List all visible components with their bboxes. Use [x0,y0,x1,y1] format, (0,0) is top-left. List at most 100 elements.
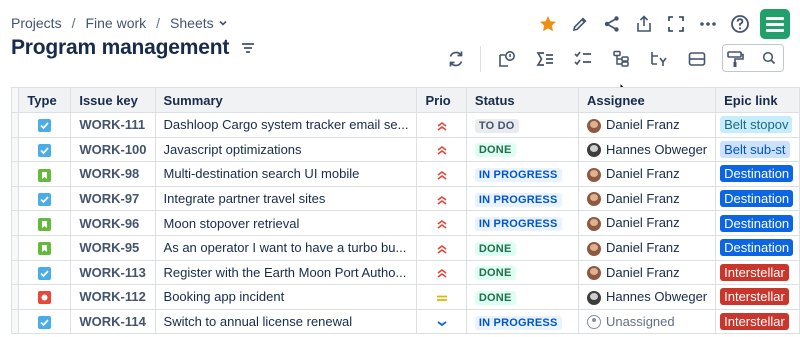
app-logo-icon[interactable] [760,9,790,39]
column-header-epic-link[interactable]: Epic link [715,87,800,113]
prio-cell[interactable] [416,284,467,310]
epic-link-cell[interactable]: Interstellar [715,284,800,310]
issue-key-cell[interactable]: WORK-100 [70,136,156,163]
table-row[interactable]: WORK-113 Register with the Earth Moon Por… [11,259,800,286]
row-height-icon[interactable] [681,45,713,73]
type-cell[interactable] [18,161,72,187]
assignee-cell[interactable]: Daniel Franz [577,234,717,261]
type-cell[interactable] [18,210,72,236]
summary-cell[interactable]: Booking app incident [154,284,418,310]
summary-cell[interactable]: Multi-destination search UI mobile [154,161,418,187]
breadcrumb-fine-work[interactable]: Fine work [85,15,146,31]
prio-cell[interactable] [416,136,467,163]
more-icon[interactable] [692,9,724,39]
prio-cell[interactable] [416,234,467,261]
status-cell[interactable]: IN PROGRESS [465,185,579,212]
type-cell[interactable] [18,284,72,310]
table-row[interactable]: WORK-111 Dashloop Cargo system tracker em… [11,112,800,138]
assignee-cell[interactable]: Daniel Franz [577,210,717,236]
summary-cell[interactable]: Switch to annual license renewal [154,308,418,335]
status-cell[interactable]: IN PROGRESS [465,308,579,335]
table-row[interactable]: WORK-98 Multi-destination search UI mobil… [11,161,800,187]
epic-link-cell[interactable]: Destination [715,161,800,187]
status-cell[interactable]: IN PROGRESS [465,210,579,236]
column-header-summary[interactable]: Summary [154,87,418,113]
assignee-cell[interactable]: Unassigned [577,308,717,335]
status-cell[interactable]: TO DO [465,112,579,138]
breadcrumb-sheets[interactable]: Sheets [170,15,214,31]
refresh-icon[interactable] [440,45,472,73]
issue-key-cell[interactable]: WORK-95 [70,234,156,261]
prio-cell[interactable] [416,259,467,286]
table-row[interactable]: WORK-112 Booking app incident DONE Hannes O… [11,284,800,310]
menu-icon[interactable] [241,41,255,55]
epic-link-cell[interactable]: Destination [715,234,800,261]
help-icon[interactable] [724,9,756,39]
epic-link-cell[interactable]: Belt stopov [715,112,800,138]
link-issue-icon[interactable] [491,45,523,73]
issue-key-cell[interactable]: WORK-113 [70,259,156,286]
prio-cell[interactable] [416,161,467,187]
type-cell[interactable] [18,112,72,138]
row-gutter[interactable] [11,185,20,212]
status-cell[interactable]: IN PROGRESS [465,161,579,187]
column-header-type[interactable]: Type [18,87,72,113]
epic-link-cell[interactable]: Belt sub-st [715,136,800,163]
export-icon[interactable] [628,9,660,39]
status-cell[interactable]: DONE [465,284,579,310]
checklist-icon[interactable] [567,45,599,73]
epic-link-cell[interactable]: Interstellar [715,308,800,335]
summary-cell[interactable]: Dashloop Cargo system tracker email se..… [154,112,418,138]
table-row[interactable]: WORK-96 Moon stopover retrieval IN PROGRES… [11,210,800,236]
type-cell[interactable] [18,308,72,335]
summary-cell[interactable]: Register with the Earth Moon Port Autho.… [154,259,418,286]
fullscreen-icon[interactable] [660,9,692,39]
summary-cell[interactable]: Moon stopover retrieval [154,210,418,236]
type-cell[interactable] [18,234,72,261]
epic-link-cell[interactable]: Destination [715,210,800,236]
epic-link-cell[interactable]: Interstellar [715,259,800,286]
assignee-cell[interactable]: Daniel Franz [577,259,717,286]
issue-key-cell[interactable]: WORK-97 [70,185,156,212]
column-header-prio[interactable]: Prio [416,87,467,113]
row-gutter[interactable] [11,284,20,310]
prio-cell[interactable] [416,112,467,138]
breadcrumb-projects[interactable]: Projects [11,15,62,31]
column-header-status[interactable]: Status [465,87,579,113]
star-icon[interactable] [532,9,564,39]
row-gutter[interactable] [11,136,20,163]
status-cell[interactable]: DONE [465,234,579,261]
type-cell[interactable] [18,185,72,212]
assignee-cell[interactable]: Daniel Franz [577,112,717,138]
search-input[interactable] [722,44,784,72]
issue-key-cell[interactable]: WORK-114 [70,308,156,335]
row-gutter[interactable] [11,210,20,236]
issue-key-cell[interactable]: WORK-112 [70,284,156,310]
assignee-cell[interactable]: Hannes Obweger [577,284,717,310]
table-row[interactable]: WORK-95 As an operator I want to have a t… [11,234,800,261]
issue-key-cell[interactable]: WORK-111 [70,112,156,138]
sum-icon[interactable] [529,45,561,73]
row-gutter[interactable] [11,259,20,286]
prio-cell[interactable] [416,308,467,335]
chevron-down-icon[interactable] [218,18,228,28]
summary-cell[interactable]: Integrate partner travel sites [154,185,418,212]
row-gutter[interactable] [11,112,20,138]
issue-key-cell[interactable]: WORK-98 [70,161,156,187]
column-header-assignee[interactable]: Assignee [577,87,717,113]
share-icon[interactable] [596,9,628,39]
table-row[interactable]: WORK-114 Switch to annual license renewal… [11,308,800,335]
status-cell[interactable]: DONE [465,259,579,286]
prio-cell[interactable] [416,210,467,236]
type-cell[interactable] [18,259,72,286]
issue-key-cell[interactable]: WORK-96 [70,210,156,236]
assignee-cell[interactable]: Hannes Obweger [577,136,717,163]
table-row[interactable]: WORK-97 Integrate partner travel sites IN … [11,185,800,212]
table-row[interactable]: WORK-100 Javascript optimizations DONE Hann… [11,136,800,163]
pencil-icon[interactable] [564,9,596,39]
assignee-cell[interactable]: Daniel Franz [577,161,717,187]
assignee-cell[interactable]: Daniel Franz [577,185,717,212]
summary-cell[interactable]: As an operator I want to have a turbo bu… [154,234,418,261]
row-gutter[interactable] [11,308,20,335]
epic-link-cell[interactable]: Destination [715,185,800,212]
